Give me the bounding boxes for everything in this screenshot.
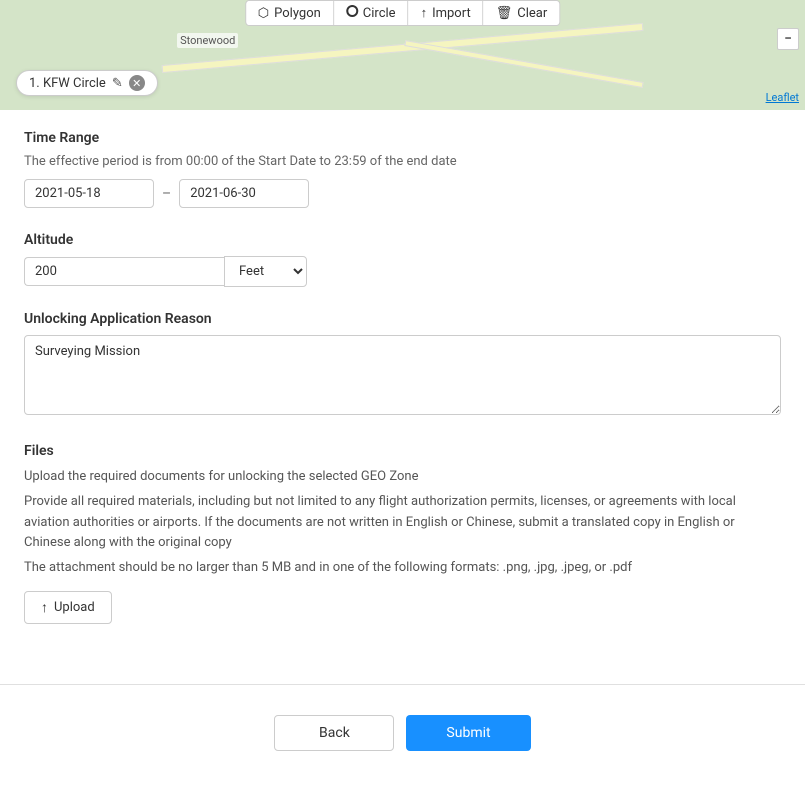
- time-range-title: Time Range: [24, 130, 781, 146]
- stonewood-label: Stonewood: [177, 33, 238, 48]
- date-separator: –: [162, 186, 171, 202]
- circle-badge: 1. KFW Circle ✎ ✕: [16, 70, 158, 96]
- upload-button[interactable]: ↑ Upload: [24, 591, 112, 624]
- import-label: Import: [432, 6, 471, 21]
- form-content: Time Range The effective period is from …: [0, 110, 805, 668]
- time-range-description: The effective period is from 00:00 of th…: [24, 154, 781, 169]
- unlocking-reason-textarea[interactable]: Surveying Mission: [24, 335, 781, 415]
- circle-badge-text: 1. KFW Circle: [29, 76, 106, 91]
- edit-circle-icon[interactable]: ✎: [112, 76, 123, 91]
- altitude-row: Feet Meters: [24, 256, 781, 287]
- unlocking-reason-title: Unlocking Application Reason: [24, 311, 781, 327]
- upload-label: Upload: [54, 600, 95, 615]
- map-section: Stonewood ⬡ Polygon Circle ↑ Import 🗑 Cl…: [0, 0, 805, 110]
- time-range-section: Time Range The effective period is from …: [24, 130, 781, 208]
- date-range-row: –: [24, 179, 781, 208]
- footer-divider: [0, 684, 805, 685]
- files-section: Files Upload the required documents for …: [24, 443, 781, 624]
- upload-icon: ↑: [41, 599, 48, 616]
- files-desc2: Provide all required materials, includin…: [24, 492, 781, 554]
- start-date-input[interactable]: [24, 179, 154, 208]
- map-toolbar: ⬡ Polygon Circle ↑ Import 🗑 Clear: [245, 0, 560, 26]
- altitude-input[interactable]: [24, 257, 224, 286]
- back-button[interactable]: Back: [274, 715, 394, 751]
- polygon-label: Polygon: [274, 6, 321, 21]
- polygon-icon: ⬡: [258, 6, 269, 21]
- submit-button[interactable]: Submit: [406, 715, 530, 751]
- polygon-tool-button[interactable]: ⬡ Polygon: [246, 1, 334, 25]
- clear-tool-button[interactable]: 🗑 Clear: [484, 1, 560, 25]
- circle-tool-button[interactable]: Circle: [334, 1, 409, 25]
- files-description: Upload the required documents for unlock…: [24, 467, 781, 579]
- circle-icon: [346, 5, 358, 21]
- trash-icon: 🗑: [496, 6, 513, 21]
- files-title: Files: [24, 443, 781, 459]
- zoom-out-button[interactable]: −: [777, 28, 799, 50]
- altitude-title: Altitude: [24, 232, 781, 248]
- unlocking-reason-section: Unlocking Application Reason Surveying M…: [24, 311, 781, 419]
- clear-label: Clear: [517, 6, 547, 21]
- end-date-input[interactable]: [179, 179, 309, 208]
- files-desc3: The attachment should be no larger than …: [24, 558, 781, 579]
- leaflet-attribution[interactable]: Leaflet: [766, 91, 799, 104]
- files-desc1: Upload the required documents for unlock…: [24, 467, 781, 488]
- altitude-unit-select[interactable]: Feet Meters: [224, 256, 307, 287]
- import-icon: ↑: [421, 5, 428, 21]
- altitude-section: Altitude Feet Meters: [24, 232, 781, 287]
- import-tool-button[interactable]: ↑ Import: [409, 1, 484, 25]
- circle-label: Circle: [363, 6, 396, 21]
- remove-circle-button[interactable]: ✕: [129, 75, 145, 91]
- footer-actions: Back Submit: [0, 705, 805, 775]
